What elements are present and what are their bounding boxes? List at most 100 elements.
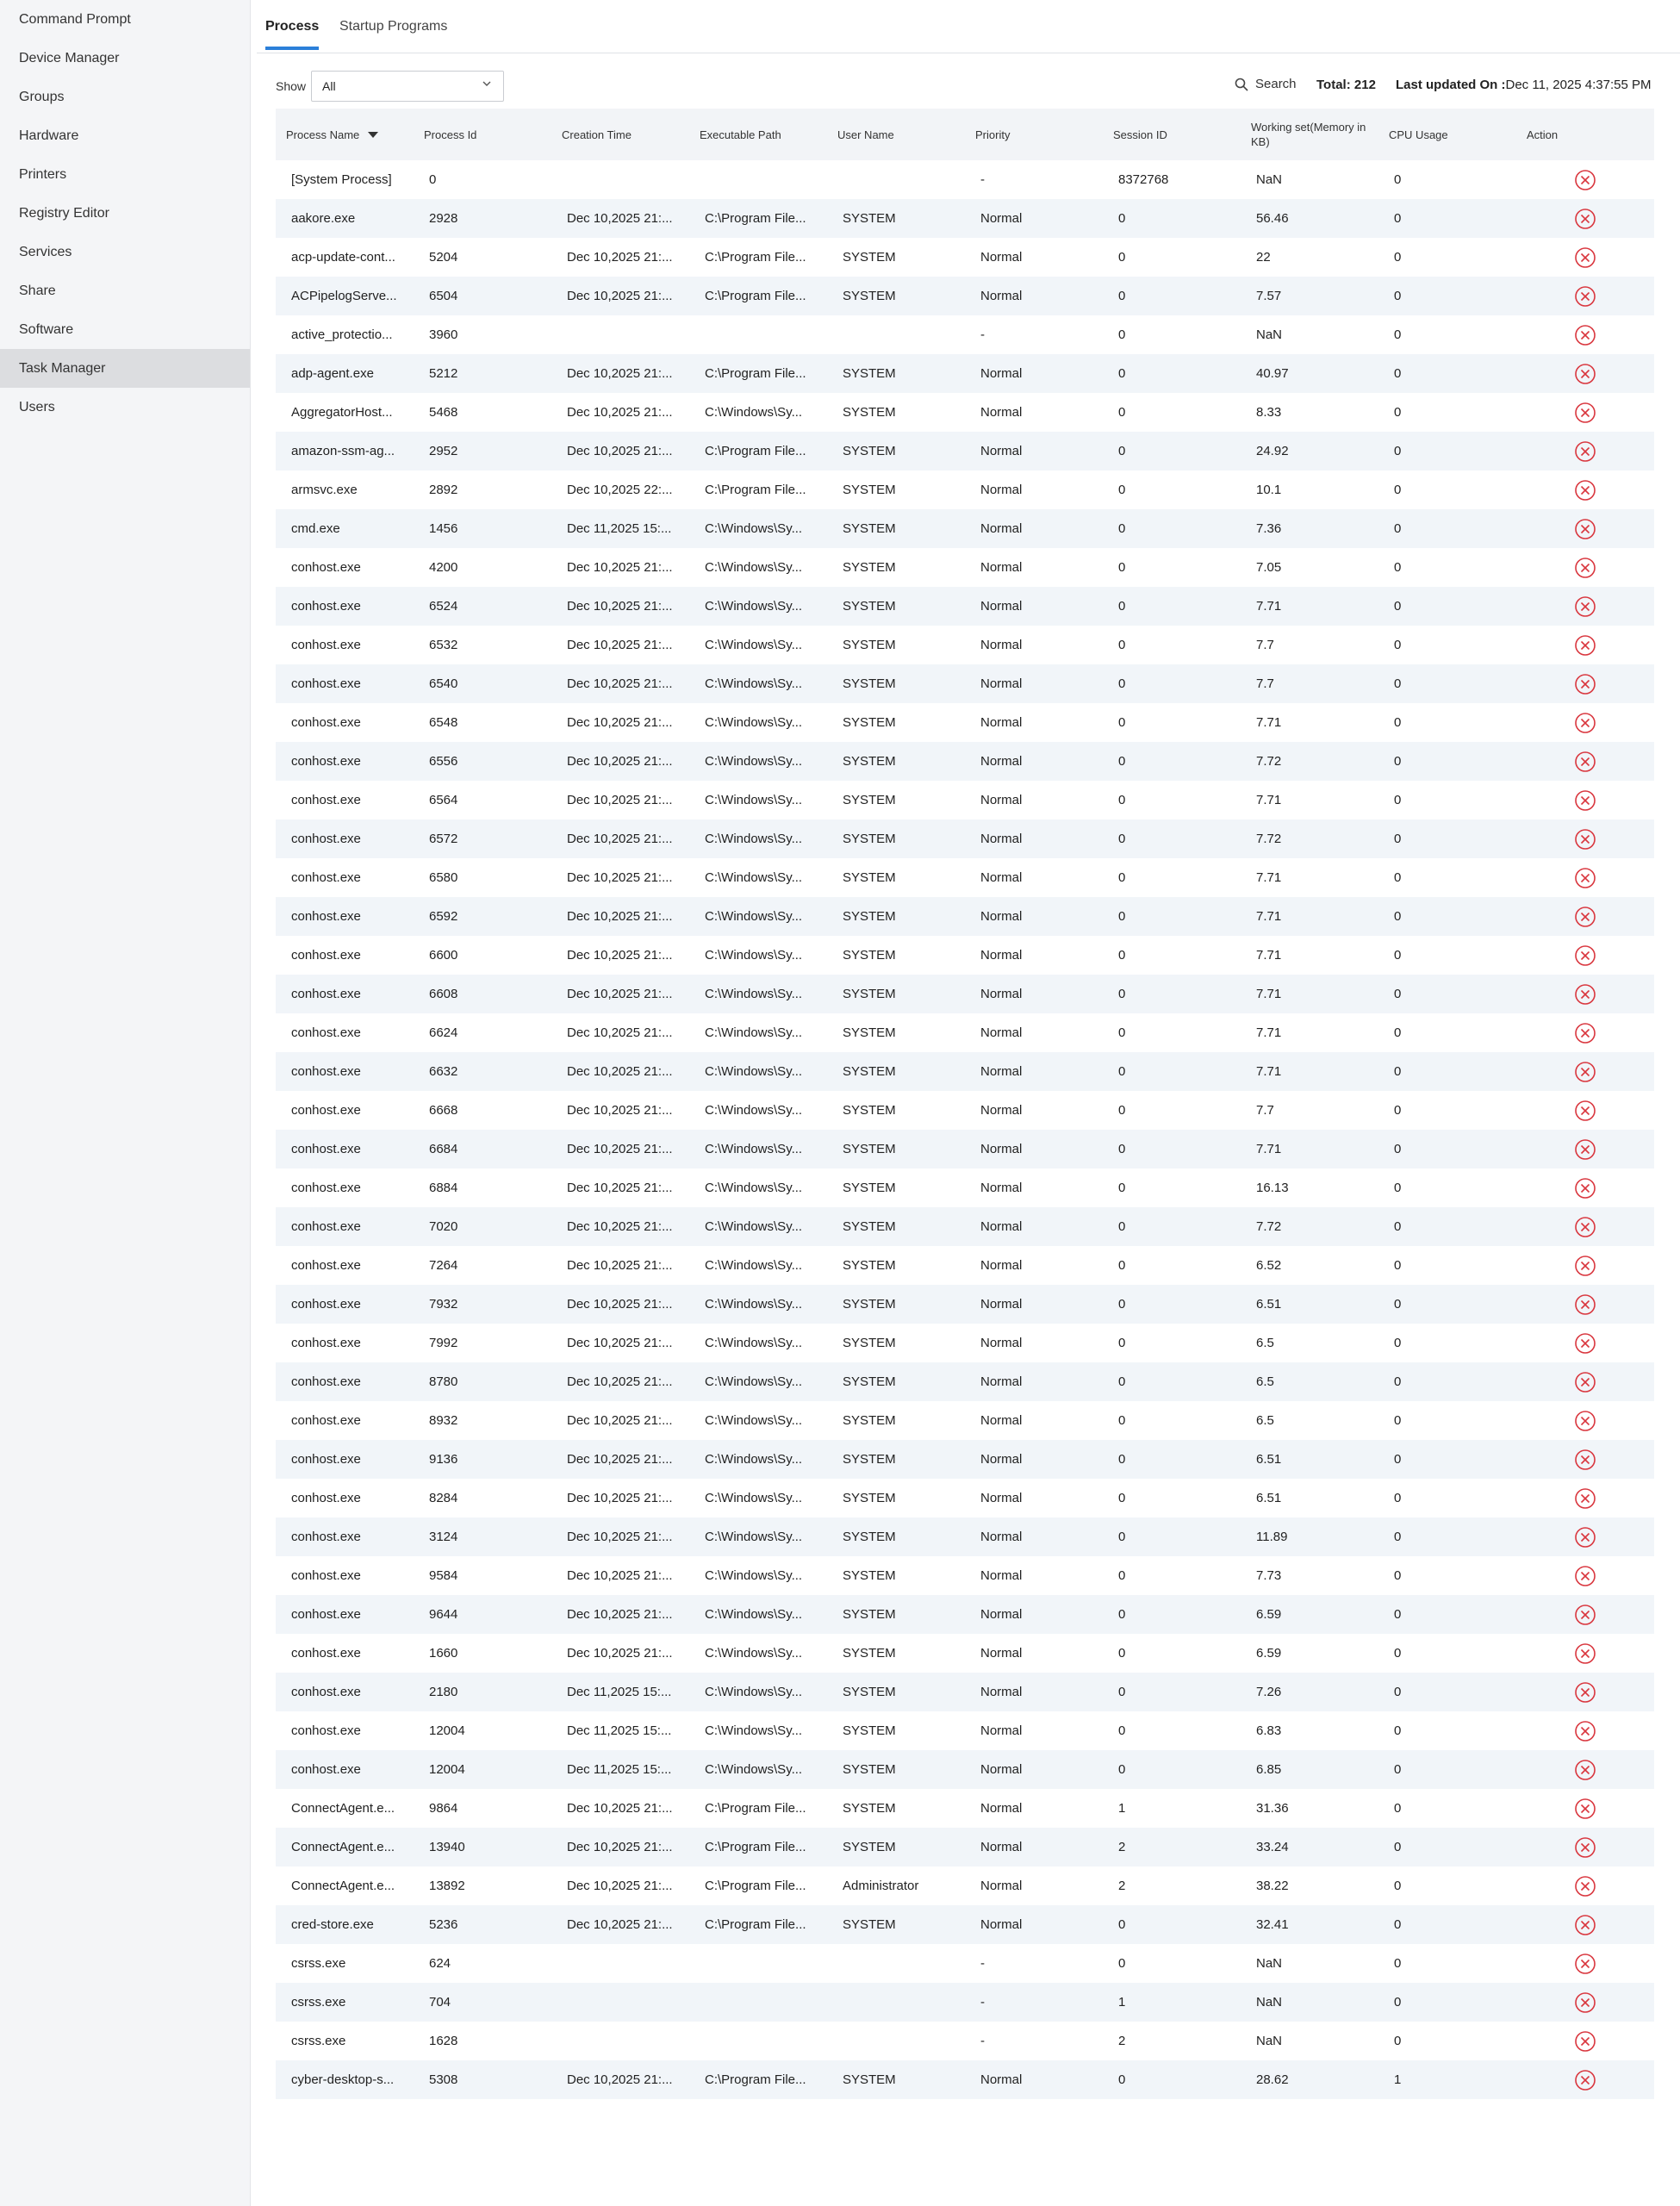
sidebar-item-hardware[interactable]: Hardware	[0, 116, 250, 155]
table-row[interactable]: amazon-ssm-ag... 2952 Dec 10,2025 21:... C:…	[276, 432, 1654, 470]
table-row[interactable]: conhost.exe 4200 Dec 10,2025 21:... C:\Wind…	[276, 548, 1654, 587]
sidebar-item-task-manager[interactable]: Task Manager	[0, 349, 250, 388]
close-circle-icon[interactable]	[1574, 1177, 1596, 1200]
close-circle-icon[interactable]	[1574, 557, 1596, 579]
close-circle-icon[interactable]	[1574, 1293, 1596, 1316]
column-header-creation-time[interactable]: Creation Time	[551, 109, 689, 160]
table-row[interactable]: conhost.exe 2180 Dec 11,2025 15:... C:\Wind…	[276, 1673, 1654, 1711]
table-row[interactable]: csrss.exe 624 - 0 NaN 0	[276, 1944, 1654, 1983]
tab-startup-programs[interactable]: Startup Programs	[339, 19, 447, 47]
table-row[interactable]: conhost.exe 7264 Dec 10,2025 21:... C:\Wind…	[276, 1246, 1654, 1285]
sidebar-item-users[interactable]: Users	[0, 388, 250, 427]
close-circle-icon[interactable]	[1574, 169, 1596, 191]
close-circle-icon[interactable]	[1574, 479, 1596, 502]
column-header-priority[interactable]: Priority	[965, 109, 1103, 160]
sidebar-item-software[interactable]: Software	[0, 310, 250, 349]
table-row[interactable]: conhost.exe 6556 Dec 10,2025 21:... C:\Wind…	[276, 742, 1654, 781]
table-row[interactable]: cmd.exe 1456 Dec 11,2025 15:... C:\Windows\…	[276, 509, 1654, 548]
sidebar-item-command-prompt[interactable]: Command Prompt	[0, 0, 250, 39]
close-circle-icon[interactable]	[1574, 789, 1596, 812]
close-circle-icon[interactable]	[1574, 1798, 1596, 1820]
sidebar-item-share[interactable]: Share	[0, 271, 250, 310]
column-header-action[interactable]: Action	[1516, 109, 1654, 160]
close-circle-icon[interactable]	[1574, 1565, 1596, 1587]
close-circle-icon[interactable]	[1574, 2069, 1596, 2091]
table-row[interactable]: conhost.exe 3124 Dec 10,2025 21:... C:\Wind…	[276, 1517, 1654, 1556]
close-circle-icon[interactable]	[1574, 1371, 1596, 1393]
table-row[interactable]: conhost.exe 6608 Dec 10,2025 21:... C:\Wind…	[276, 975, 1654, 1013]
table-row[interactable]: conhost.exe 9584 Dec 10,2025 21:... C:\Wind…	[276, 1556, 1654, 1595]
close-circle-icon[interactable]	[1574, 1642, 1596, 1665]
table-row[interactable]: conhost.exe 6540 Dec 10,2025 21:... C:\Wind…	[276, 664, 1654, 703]
table-row[interactable]: conhost.exe 6668 Dec 10,2025 21:... C:\Wind…	[276, 1091, 1654, 1130]
close-circle-icon[interactable]	[1574, 983, 1596, 1006]
close-circle-icon[interactable]	[1574, 363, 1596, 385]
close-circle-icon[interactable]	[1574, 867, 1596, 889]
close-circle-icon[interactable]	[1574, 1022, 1596, 1044]
column-header-session-id[interactable]: Session ID	[1103, 109, 1241, 160]
close-circle-icon[interactable]	[1574, 751, 1596, 773]
close-circle-icon[interactable]	[1574, 324, 1596, 346]
table-row[interactable]: ConnectAgent.e... 9864 Dec 10,2025 21:... C…	[276, 1789, 1654, 1828]
close-circle-icon[interactable]	[1574, 1332, 1596, 1355]
column-header-working-set-memory-in-kb[interactable]: Working set(Memory in KB)	[1241, 109, 1378, 160]
table-row[interactable]: conhost.exe 6524 Dec 10,2025 21:... C:\Wind…	[276, 587, 1654, 626]
close-circle-icon[interactable]	[1574, 285, 1596, 308]
table-row[interactable]: adp-agent.exe 5212 Dec 10,2025 21:... C:\Pr…	[276, 354, 1654, 393]
column-header-process-name[interactable]: Process Name	[276, 109, 414, 160]
sidebar-item-groups[interactable]: Groups	[0, 78, 250, 116]
close-circle-icon[interactable]	[1574, 1681, 1596, 1704]
close-circle-icon[interactable]	[1574, 906, 1596, 928]
close-circle-icon[interactable]	[1574, 1720, 1596, 1742]
close-circle-icon[interactable]	[1574, 402, 1596, 424]
close-circle-icon[interactable]	[1574, 828, 1596, 851]
close-circle-icon[interactable]	[1574, 440, 1596, 463]
close-circle-icon[interactable]	[1574, 1759, 1596, 1781]
table-row[interactable]: conhost.exe 9644 Dec 10,2025 21:... C:\Wind…	[276, 1595, 1654, 1634]
search-button[interactable]: Search	[1235, 77, 1297, 91]
table-row[interactable]: conhost.exe 6884 Dec 10,2025 21:... C:\Wind…	[276, 1168, 1654, 1207]
table-row[interactable]: conhost.exe 8284 Dec 10,2025 21:... C:\Wind…	[276, 1479, 1654, 1517]
sidebar-item-printers[interactable]: Printers	[0, 155, 250, 194]
table-row[interactable]: armsvc.exe 2892 Dec 10,2025 22:... C:\Progr…	[276, 470, 1654, 509]
close-circle-icon[interactable]	[1574, 1255, 1596, 1277]
table-row[interactable]: conhost.exe 7932 Dec 10,2025 21:... C:\Wind…	[276, 1285, 1654, 1324]
tab-process[interactable]: Process	[265, 19, 320, 50]
table-row[interactable]: csrss.exe 1628 - 2 NaN 0	[276, 2022, 1654, 2060]
close-circle-icon[interactable]	[1574, 208, 1596, 230]
sidebar-item-device-manager[interactable]: Device Manager	[0, 39, 250, 78]
table-row[interactable]: conhost.exe 6572 Dec 10,2025 21:... C:\Wind…	[276, 819, 1654, 858]
table-row[interactable]: conhost.exe 6624 Dec 10,2025 21:... C:\Wind…	[276, 1013, 1654, 1052]
close-circle-icon[interactable]	[1574, 1061, 1596, 1083]
table-row[interactable]: ConnectAgent.e... 13940 Dec 10,2025 21:...…	[276, 1828, 1654, 1866]
table-row[interactable]: cred-store.exe 5236 Dec 10,2025 21:... C:\P…	[276, 1905, 1654, 1944]
table-row[interactable]: conhost.exe 6564 Dec 10,2025 21:... C:\Wind…	[276, 781, 1654, 819]
close-circle-icon[interactable]	[1574, 1216, 1596, 1238]
table-row[interactable]: aakore.exe 2928 Dec 10,2025 21:... C:\Progr…	[276, 199, 1654, 238]
table-row[interactable]: acp-update-cont... 5204 Dec 10,2025 21:...…	[276, 238, 1654, 277]
table-row[interactable]: conhost.exe 9136 Dec 10,2025 21:... C:\Wind…	[276, 1440, 1654, 1479]
show-filter-select[interactable]: All	[311, 71, 504, 102]
table-row[interactable]: [System Process] 0 - 8372768 NaN 0	[276, 160, 1654, 199]
close-circle-icon[interactable]	[1574, 673, 1596, 695]
table-row[interactable]: ConnectAgent.e... 13892 Dec 10,2025 21:...…	[276, 1866, 1654, 1905]
close-circle-icon[interactable]	[1574, 1836, 1596, 1859]
table-row[interactable]: conhost.exe 6600 Dec 10,2025 21:... C:\Wind…	[276, 936, 1654, 975]
table-row[interactable]: conhost.exe 7020 Dec 10,2025 21:... C:\Wind…	[276, 1207, 1654, 1246]
sidebar-item-services[interactable]: Services	[0, 233, 250, 271]
column-header-cpu-usage[interactable]: CPU Usage	[1378, 109, 1516, 160]
close-circle-icon[interactable]	[1574, 1914, 1596, 1936]
close-circle-icon[interactable]	[1574, 1138, 1596, 1161]
close-circle-icon[interactable]	[1574, 1487, 1596, 1510]
close-circle-icon[interactable]	[1574, 1526, 1596, 1549]
table-row[interactable]: conhost.exe 8932 Dec 10,2025 21:... C:\Wind…	[276, 1401, 1654, 1440]
table-row[interactable]: conhost.exe 6580 Dec 10,2025 21:... C:\Wind…	[276, 858, 1654, 897]
close-circle-icon[interactable]	[1574, 634, 1596, 657]
close-circle-icon[interactable]	[1574, 1100, 1596, 1122]
column-header-executable-path[interactable]: Executable Path	[689, 109, 827, 160]
close-circle-icon[interactable]	[1574, 1953, 1596, 1975]
table-row[interactable]: csrss.exe 704 -1 NaN 0	[276, 1983, 1654, 2022]
column-header-process-id[interactable]: Process Id	[414, 109, 551, 160]
table-row[interactable]: ACPipelogServe... 6504 Dec 10,2025 21:... C…	[276, 277, 1654, 315]
close-circle-icon[interactable]	[1574, 1991, 1596, 2014]
